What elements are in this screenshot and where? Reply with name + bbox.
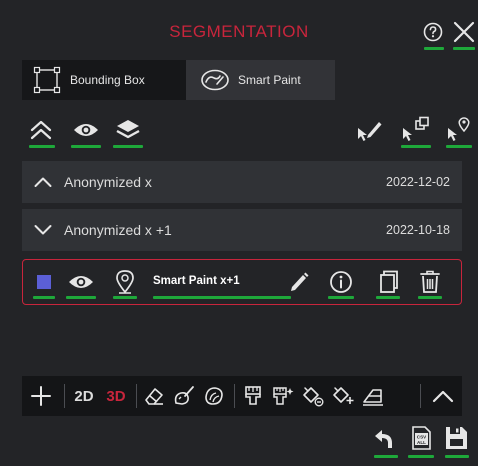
layers-icon[interactable] <box>115 118 141 142</box>
cursor-pencil-icon[interactable] <box>356 118 384 142</box>
collapse-all-icon[interactable] <box>29 118 53 142</box>
group-label: Anonymized x +1 <box>64 222 172 238</box>
visibility-icon[interactable] <box>72 120 100 140</box>
group-date: 2022-12-02 <box>386 175 450 189</box>
cursor-pin-underline <box>446 145 472 148</box>
undo-underline <box>374 455 398 458</box>
location-pin-underline <box>113 296 137 299</box>
mode-2d-label: 2D <box>74 387 94 405</box>
tab-bounding-box[interactable]: Bounding Box <box>22 60 184 100</box>
csv-badge-line2: ALL <box>417 440 426 445</box>
group-label: Anonymized x <box>64 174 152 190</box>
group-date: 2022-10-18 <box>386 223 450 237</box>
duplicate-icon[interactable] <box>377 269 399 295</box>
csv-badge-line1: CSV <box>417 435 427 440</box>
fill-minus-tool[interactable] <box>299 376 327 416</box>
undo-icon[interactable] <box>372 428 398 450</box>
save-underline <box>445 455 469 458</box>
mode-3d-label: 3D <box>106 387 126 405</box>
segment-color-swatch[interactable] <box>37 275 51 289</box>
tool-toolbar: 2D 3D <box>22 376 462 416</box>
segment-name-underline <box>153 296 291 299</box>
mode-2d-button[interactable]: 2D <box>69 376 99 416</box>
bounding-box-icon <box>32 65 62 95</box>
location-pin-icon[interactable] <box>115 269 135 295</box>
paint-brush-icon <box>174 386 194 405</box>
segment-name[interactable]: Smart Paint x+1 <box>153 275 240 287</box>
tab-bounding-box-label: Bounding Box <box>70 73 145 87</box>
eraser-line-icon <box>363 389 383 406</box>
segment-row[interactable]: Smart Paint x+1 <box>22 259 462 305</box>
cursor-select-underline <box>401 145 431 148</box>
mode-3d-button[interactable]: 3D <box>101 376 131 416</box>
help-underline <box>424 47 444 50</box>
paint-brush-tool[interactable] <box>170 376 198 416</box>
info-icon[interactable] <box>329 270 353 294</box>
export-csv-icon[interactable]: CSV ALL <box>408 424 434 452</box>
cursor-pin-icon[interactable] <box>446 116 472 142</box>
fill-bucket-minus-icon <box>303 387 324 407</box>
chevron-down-icon[interactable] <box>34 224 52 236</box>
toolbar-divider <box>420 384 421 408</box>
segmentation-panel: SEGMENTATION Bounding Box Smart Paint An… <box>0 0 478 466</box>
brush-size-tool[interactable] <box>239 376 267 416</box>
eraser-icon <box>145 388 163 405</box>
brush-sparkle-icon <box>273 387 294 405</box>
export-csv-underline <box>408 455 434 458</box>
smart-brush-size-tool[interactable] <box>269 376 297 416</box>
trash-underline <box>418 296 442 299</box>
collapse-all-underline <box>29 145 55 148</box>
help-icon[interactable] <box>423 22 443 42</box>
tab-smart-paint-label: Smart Paint <box>238 73 301 87</box>
info-underline <box>328 296 354 299</box>
smart-brush-icon <box>205 387 223 405</box>
fill-plus-tool[interactable] <box>329 376 357 416</box>
toolbar-divider <box>234 384 235 408</box>
eraser-tool[interactable] <box>140 376 168 416</box>
close-icon[interactable] <box>452 20 476 44</box>
panel-title: SEGMENTATION <box>169 22 309 41</box>
save-icon[interactable] <box>443 424 469 452</box>
toolbar-collapse-button[interactable] <box>426 376 460 416</box>
add-segment-button[interactable] <box>26 376 56 416</box>
toolbar-divider <box>64 384 65 408</box>
clear-tool[interactable] <box>359 376 387 416</box>
close-underline <box>453 47 475 50</box>
plus-icon <box>31 386 51 406</box>
trash-icon[interactable] <box>419 269 441 295</box>
toolbar-divider <box>136 384 137 408</box>
fill-bucket-plus-icon <box>333 387 354 404</box>
chevron-up-icon[interactable] <box>34 176 52 188</box>
visibility-underline <box>71 145 101 148</box>
smart-brush-tool[interactable] <box>200 376 228 416</box>
duplicate-underline <box>376 296 400 299</box>
cursor-select-icon[interactable] <box>401 116 431 142</box>
layers-underline <box>113 145 143 148</box>
segment-color-underline <box>33 296 55 299</box>
segment-visibility-icon[interactable] <box>67 272 95 292</box>
chevron-up-icon <box>432 390 454 403</box>
tab-smart-paint[interactable]: Smart Paint <box>186 60 335 100</box>
group-row[interactable]: Anonymized x 2022-12-02 <box>22 161 462 203</box>
mode-tabs: Bounding Box Smart Paint <box>22 60 335 100</box>
group-row[interactable]: Anonymized x +1 2022-10-18 <box>22 209 462 251</box>
brush-icon <box>245 386 261 405</box>
smart-paint-icon <box>200 67 230 93</box>
edit-pencil-icon[interactable] <box>288 271 310 293</box>
segment-visibility-underline <box>66 296 96 299</box>
